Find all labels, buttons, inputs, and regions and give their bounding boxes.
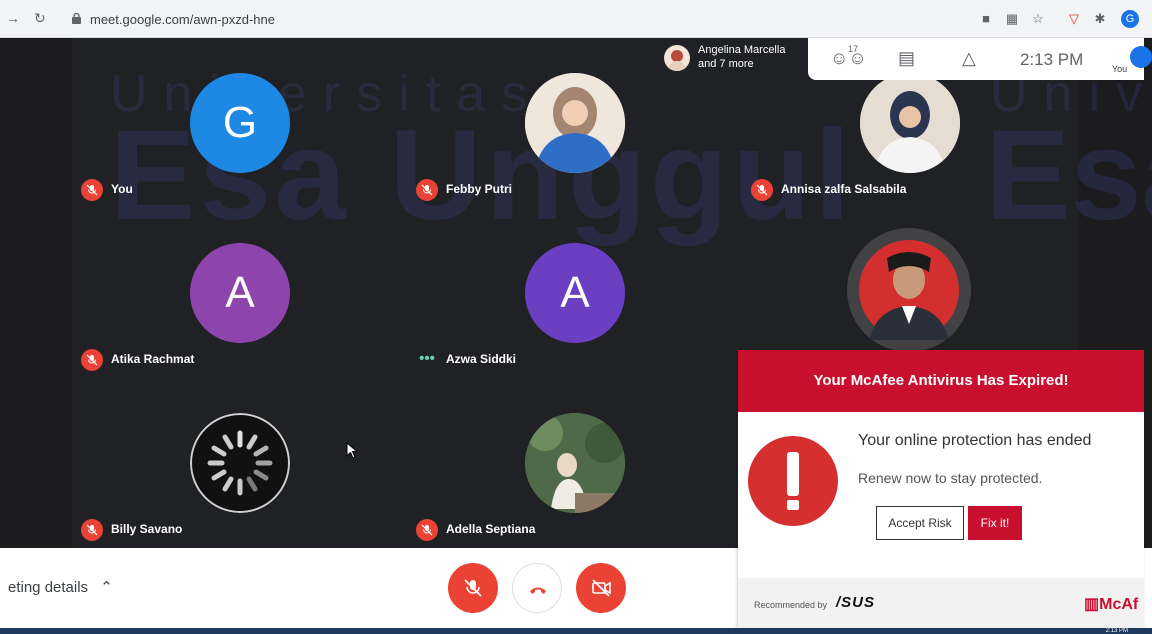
participant-tile[interactable]: Billy Savano <box>73 413 373 548</box>
qr-icon[interactable]: ▦ <box>1004 11 1020 27</box>
mic-off-icon <box>751 179 773 201</box>
participant-tile[interactable]: Febby Putri <box>408 73 708 243</box>
accept-risk-button[interactable]: Accept Risk <box>876 506 964 540</box>
presenting-chip[interactable]: Angelina Marcella and 7 more <box>658 38 808 78</box>
warning-icon <box>748 436 838 526</box>
mcafee-subtext: Renew now to stay protected. <box>858 470 1043 486</box>
forward-icon[interactable]: → <box>6 10 20 26</box>
browser-toolbar: → ↻ meet.google.com/awn-pxzd-hne ■ ▦ ☆ ▽… <box>0 0 1152 38</box>
avatar-photo <box>525 73 625 173</box>
avatar-photo <box>860 73 960 173</box>
avatar-photo <box>525 413 625 513</box>
meeting-clock: 2:13 PM <box>1020 50 1084 69</box>
hang-up-icon <box>530 587 546 594</box>
avatar-photo-ring <box>847 228 971 352</box>
meeting-details-label: eting details <box>8 579 89 596</box>
url-text: meet.google.com/awn-pxzd-hne <box>90 12 275 27</box>
presenting-label: Angelina Marcella and 7 more <box>698 43 785 71</box>
participant-name: You <box>111 182 133 196</box>
participant-name: Billy Savano <box>111 522 183 536</box>
taskbar-clock: 2:13 PM <box>1105 628 1128 634</box>
mcafee-popup: Your McAfee Antivirus Has Expired! Your … <box>738 350 1144 628</box>
extensions-icon[interactable]: ✱ <box>1092 11 1108 27</box>
participant-tile[interactable]: G You <box>73 73 373 243</box>
participant-name: Annisa zalfa Salsabila <box>781 182 907 196</box>
pocket-icon[interactable]: ▽ <box>1066 11 1082 27</box>
avatar-loading <box>190 413 290 513</box>
self-label: You <box>1112 64 1128 74</box>
participant-tile[interactable]: Annisa zalfa Salsabila <box>743 73 1043 243</box>
presenting-name: Angelina Marcella <box>698 44 786 56</box>
fix-it-button[interactable]: Fix it! <box>968 506 1022 540</box>
presenting-more: and 7 more <box>698 58 754 70</box>
leave-call-button[interactable] <box>512 563 562 613</box>
presenter-avatar <box>664 45 690 71</box>
asus-logo: /SUS <box>836 594 876 611</box>
left-panel <box>0 38 72 548</box>
chevron-up-icon: ⌃ <box>100 579 113 596</box>
mcafee-footer: Recommended by /SUS ▥McAf <box>738 578 1144 628</box>
people-count: 17 <box>848 44 859 54</box>
avatar: G <box>190 73 290 173</box>
camera-icon[interactable]: ■ <box>978 11 994 27</box>
participant-name: Atika Rachmat <box>111 352 195 366</box>
recommended-label: Recommended by <box>754 600 828 610</box>
mic-off-icon <box>81 519 103 541</box>
camera-toggle-button[interactable] <box>576 563 626 613</box>
mcafee-title: Your McAfee Antivirus Has Expired! <box>813 372 1069 389</box>
mouse-cursor-icon <box>346 442 358 459</box>
mic-off-icon <box>416 179 438 201</box>
participant-tile[interactable]: Adella Septiana <box>408 413 708 548</box>
address-bar[interactable]: meet.google.com/awn-pxzd-hne ■ ▦ ☆ ▽ ✱ G <box>60 7 1145 33</box>
star-icon[interactable]: ☆ <box>1030 11 1046 27</box>
mcafee-heading: Your online protection has ended <box>858 432 1092 449</box>
participant-name: Azwa Siddki <box>446 352 517 366</box>
meet-top-toolbar: ☺☺ 17 ▤ △ 2:13 PM You <box>808 38 1152 80</box>
reload-icon[interactable]: ↻ <box>34 10 46 27</box>
mic-toggle-button[interactable] <box>448 563 498 613</box>
lock-icon <box>72 13 81 24</box>
windows-taskbar: 2:13 PM <box>0 628 1152 634</box>
participant-tile[interactable]: A Atika Rachmat <box>73 243 373 413</box>
mcafee-logo: ▥McAf <box>1084 594 1138 614</box>
participant-name: Febby Putri <box>446 182 513 196</box>
mic-off-icon <box>464 579 482 597</box>
mcafee-header: Your McAfee Antivirus Has Expired! <box>738 350 1144 412</box>
mic-off-icon <box>416 519 438 541</box>
avatar: A <box>525 243 625 343</box>
mcafee-brand-text: McAf <box>1099 596 1139 613</box>
meeting-details-toggle[interactable]: eting details ⌃ <box>8 578 113 596</box>
screen: → ↻ meet.google.com/awn-pxzd-hne ■ ▦ ☆ ▽… <box>0 0 1152 634</box>
activities-icon[interactable]: △ <box>962 48 976 69</box>
loading-spinner-icon <box>190 413 290 513</box>
chat-icon[interactable]: ▤ <box>898 48 915 69</box>
speaking-indicator-icon: ••• <box>419 350 435 367</box>
camera-off-icon <box>592 579 611 597</box>
mcafee-shield-icon: ▥ <box>1084 596 1100 613</box>
profile-avatar[interactable]: G <box>1121 10 1139 28</box>
self-avatar[interactable] <box>1130 46 1152 68</box>
mic-off-icon <box>81 349 103 371</box>
participant-tile[interactable]: A ••• Azwa Siddki <box>408 243 708 413</box>
avatar: A <box>190 243 290 343</box>
mic-off-icon <box>81 179 103 201</box>
participant-name: Adella Septiana <box>446 522 536 536</box>
